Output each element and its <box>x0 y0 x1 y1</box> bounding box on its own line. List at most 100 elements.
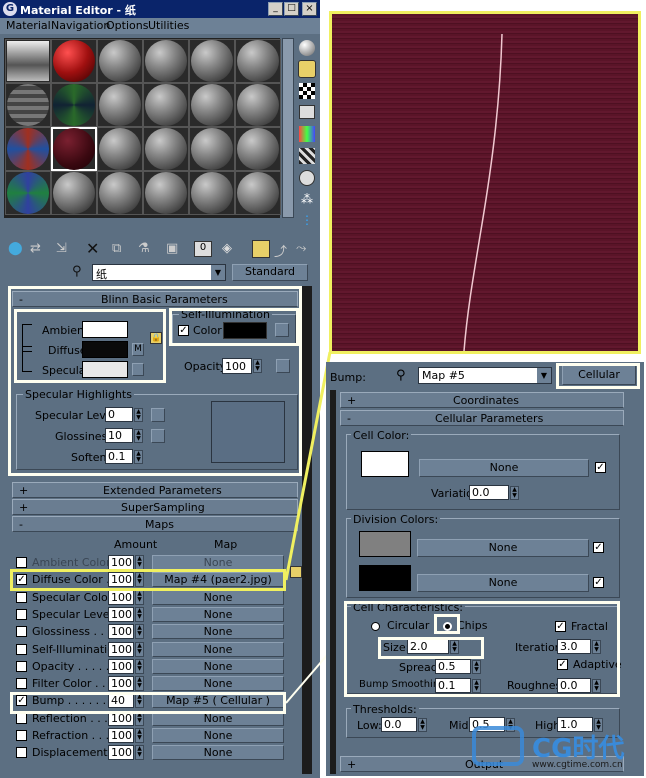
sample-slot[interactable] <box>235 127 281 171</box>
map-slot-button[interactable]: None <box>152 745 284 760</box>
sample-slot[interactable] <box>143 171 189 215</box>
put-to-library-icon[interactable]: ▣ <box>166 241 182 257</box>
map-enable-checkbox[interactable] <box>16 626 27 637</box>
sample-slot[interactable] <box>5 127 51 171</box>
map-slot-button[interactable]: None <box>152 624 284 639</box>
map-amount-spinner[interactable]: ▲ ▼ <box>135 624 144 639</box>
sample-slot[interactable] <box>235 83 281 127</box>
make-preview-icon[interactable] <box>299 148 315 164</box>
put-to-scene-icon[interactable]: ⇄ <box>30 241 46 257</box>
map-enable-checkbox[interactable] <box>16 678 27 689</box>
variation-input[interactable]: 0.0 <box>469 485 509 500</box>
extended-parameters-rollout[interactable]: + Extended Parameters <box>12 482 298 498</box>
map-amount-spinner[interactable]: ▲ ▼ <box>135 676 144 691</box>
sample-slot[interactable] <box>143 127 189 171</box>
material-navigator-icon[interactable]: ⋮ <box>299 213 315 229</box>
map-amount-input[interactable]: 100 <box>108 676 134 691</box>
sample-slot[interactable] <box>51 39 97 83</box>
material-type-button[interactable]: Standard <box>232 264 308 281</box>
map-enable-checkbox[interactable] <box>16 661 27 672</box>
sample-slot[interactable] <box>51 83 97 127</box>
slots-scrollbar[interactable] <box>282 38 294 218</box>
division-color-2-map-button[interactable]: None <box>417 574 589 592</box>
map-enable-checkbox[interactable] <box>16 747 27 758</box>
maximize-button[interactable]: □ <box>284 2 299 16</box>
division-color-2-swatch[interactable] <box>359 565 411 591</box>
menu-material[interactable]: Material <box>6 19 51 32</box>
map-slot-button[interactable]: None <box>152 590 284 605</box>
cell-color-map-checkbox[interactable]: ✓ <box>595 462 606 473</box>
map-enable-checkbox[interactable] <box>16 730 27 741</box>
division-color-1-map-button[interactable]: None <box>417 539 589 557</box>
cellular-parameters-header[interactable]: - Cellular Parameters <box>340 410 624 426</box>
coordinates-rollout[interactable]: + Coordinates <box>340 392 624 408</box>
sample-slot[interactable] <box>143 83 189 127</box>
map-name-field[interactable]: Map #5 ▼ <box>418 367 552 384</box>
map-enable-checkbox[interactable] <box>16 609 27 620</box>
map-amount-input[interactable]: 100 <box>108 590 134 605</box>
sample-slot[interactable] <box>235 171 281 215</box>
sample-type-icon[interactable] <box>299 40 315 56</box>
sample-slot[interactable] <box>189 83 235 127</box>
go-forward-icon[interactable]: ⤳ <box>296 241 312 257</box>
map-slot-button[interactable]: None <box>152 676 284 691</box>
low-spinner[interactable]: ▲ ▼ <box>418 718 427 732</box>
map-slot-button[interactable]: None <box>152 607 284 622</box>
sample-slot[interactable] <box>97 83 143 127</box>
map-amount-input[interactable]: 100 <box>108 607 134 622</box>
supersampling-rollout[interactable]: + SuperSampling <box>12 499 298 515</box>
sample-slot[interactable] <box>189 127 235 171</box>
map-slot-button[interactable]: None <box>152 555 284 570</box>
rollout-scrollbar[interactable] <box>302 286 312 774</box>
sample-slot[interactable] <box>5 39 51 83</box>
map-amount-input[interactable]: 100 <box>108 624 134 639</box>
maps-rollout-header[interactable]: - Maps <box>12 516 298 532</box>
map-slot-button[interactable]: None <box>152 659 284 674</box>
sample-slot[interactable] <box>5 83 51 127</box>
variation-spinner[interactable]: ▲ ▼ <box>510 486 519 500</box>
cellular-rollout-scrollbar[interactable] <box>330 390 336 774</box>
sample-slot[interactable] <box>189 39 235 83</box>
map-slot-button[interactable]: None <box>152 642 284 657</box>
map-amount-spinner[interactable]: ▲ ▼ <box>135 659 144 674</box>
sample-slot[interactable] <box>235 39 281 83</box>
map-slot-button[interactable]: None <box>152 728 284 743</box>
material-name-field[interactable]: 纸 ▼ <box>92 264 226 281</box>
maps-lock-icon[interactable] <box>290 566 302 578</box>
assign-material-icon[interactable]: ⇲ <box>56 241 72 257</box>
background-icon[interactable] <box>299 83 315 99</box>
map-enable-checkbox[interactable] <box>16 713 27 724</box>
chevron-down-icon[interactable]: ▼ <box>537 368 551 383</box>
map-amount-spinner[interactable]: ▲ ▼ <box>135 728 144 743</box>
menu-utilities[interactable]: Utilities <box>148 19 189 32</box>
close-button[interactable]: × <box>302 2 317 16</box>
map-amount-input[interactable]: 100 <box>108 642 134 657</box>
show-map-icon[interactable]: ◈ <box>222 241 238 257</box>
menu-options[interactable]: Options <box>106 19 148 32</box>
map-amount-input[interactable]: 100 <box>108 728 134 743</box>
minimize-button[interactable]: _ <box>268 2 283 16</box>
division-color-1-checkbox[interactable]: ✓ <box>593 542 604 553</box>
map-enable-checkbox[interactable] <box>16 557 27 568</box>
map-amount-spinner[interactable]: ▲ ▼ <box>135 745 144 760</box>
sample-slot[interactable] <box>189 171 235 215</box>
material-effects-icon[interactable]: 0 <box>194 241 212 257</box>
go-to-parent-icon[interactable]: ⤴ <box>274 241 290 260</box>
options-icon[interactable] <box>299 170 315 186</box>
copy-material-icon[interactable]: ⧉ <box>112 241 128 257</box>
chevron-down-icon[interactable]: ▼ <box>211 265 225 280</box>
pick-material-icon[interactable]: ⚲ <box>72 264 90 280</box>
sample-slot[interactable] <box>5 171 51 215</box>
sample-slot[interactable] <box>51 171 97 215</box>
pick-map-icon[interactable]: ⚲ <box>396 368 412 384</box>
active-sample-slot[interactable] <box>51 127 97 171</box>
map-amount-spinner[interactable]: ▲ ▼ <box>135 590 144 605</box>
get-material-icon[interactable]: ⬤ <box>8 241 24 257</box>
map-amount-spinner[interactable]: ▲ ▼ <box>135 607 144 622</box>
sample-slot[interactable] <box>97 127 143 171</box>
sample-slot[interactable] <box>97 171 143 215</box>
map-amount-input[interactable]: 100 <box>108 745 134 760</box>
sample-slot[interactable] <box>97 39 143 83</box>
reset-icon[interactable]: ✕ <box>86 239 102 258</box>
map-amount-spinner[interactable]: ▲ ▼ <box>135 555 144 570</box>
